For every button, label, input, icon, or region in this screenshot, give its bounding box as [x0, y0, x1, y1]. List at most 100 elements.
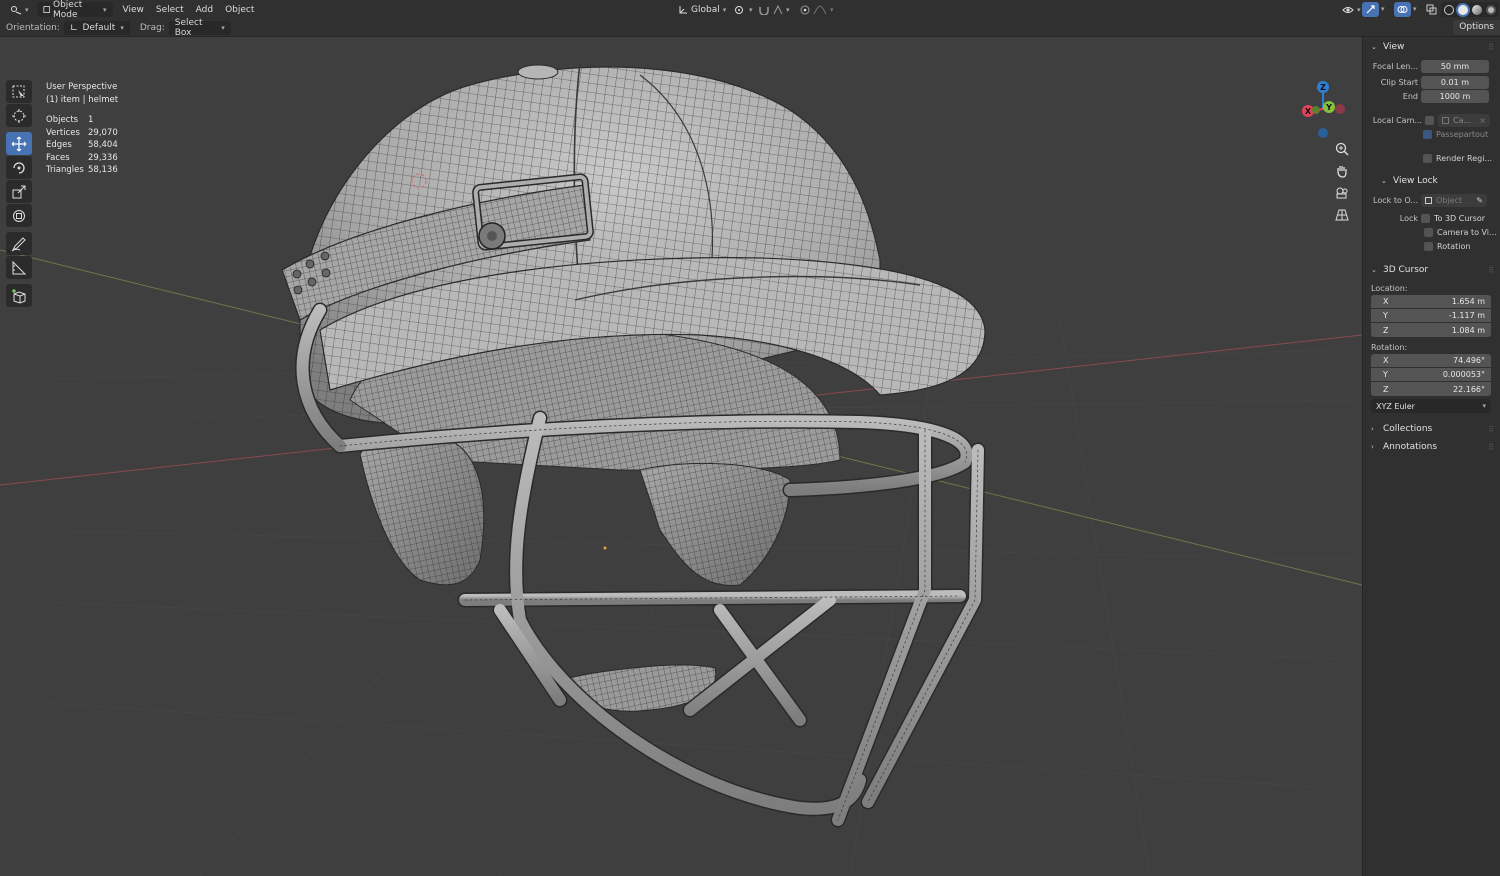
- menu-object[interactable]: Object: [219, 2, 260, 17]
- cursor-location-z[interactable]: Z 1.084 m: [1371, 323, 1491, 337]
- navigation-gizmo[interactable]: Z Y X: [1294, 79, 1352, 143]
- cursor-rotation-x[interactable]: X 74.496°: [1371, 354, 1491, 368]
- annotate-tool[interactable]: [6, 232, 32, 255]
- pan-button[interactable]: [1331, 160, 1353, 181]
- viewport-scene[interactable]: [0, 37, 1362, 876]
- rendered-shading-icon[interactable]: [1486, 4, 1496, 15]
- perspective-toggle-button[interactable]: [1331, 204, 1353, 225]
- snap-toggle[interactable]: ▾: [752, 2, 796, 17]
- stat-value: 29,336: [88, 152, 118, 163]
- passepartout-row: Passepartout: [1363, 127, 1500, 141]
- local-camera-field[interactable]: Ca... ×: [1438, 113, 1490, 127]
- drag-handle-icon[interactable]: ⠿: [1488, 425, 1494, 434]
- clip-start-field[interactable]: 0.01 m: [1421, 75, 1489, 89]
- local-camera-value: Ca...: [1453, 115, 1472, 125]
- drag-handle-icon[interactable]: ⠿: [1488, 443, 1494, 452]
- wireframe-shading-icon[interactable]: [1444, 4, 1454, 15]
- transform-orientation-selector[interactable]: Global ▾: [672, 2, 732, 17]
- select-box-tool[interactable]: [6, 80, 32, 103]
- lock-to-object-label: Lock to O...: [1373, 195, 1418, 205]
- view-panel-header[interactable]: ⌄ View ⠿: [1363, 39, 1500, 55]
- orientation-label: Orientation:: [6, 22, 60, 33]
- chevron-down-icon[interactable]: ▾: [1413, 5, 1417, 13]
- helmet-mesh[interactable]: [281, 61, 986, 828]
- passepartout-checkbox[interactable]: [1423, 129, 1432, 139]
- eyedropper-icon[interactable]: ✎: [1476, 196, 1487, 205]
- rotate-tool[interactable]: [6, 156, 32, 179]
- chevron-down-icon[interactable]: ▾: [1381, 5, 1385, 13]
- stat-label: Triangles: [46, 165, 84, 175]
- move-tool[interactable]: [6, 132, 32, 155]
- rotation-mode-dropdown[interactable]: XYZ Euler ▾: [1371, 399, 1491, 413]
- snap-target-icon: [773, 4, 783, 14]
- menu-select[interactable]: Select: [150, 2, 190, 17]
- orientation-dropdown[interactable]: Default ▾: [63, 20, 130, 35]
- gizmo-neg-z-axis[interactable]: [1318, 128, 1328, 138]
- solid-shading-icon[interactable]: [1458, 4, 1468, 15]
- menu-view[interactable]: View: [117, 2, 150, 17]
- cursor-rotation-z[interactable]: Z 22.166°: [1371, 382, 1491, 396]
- gizmo-toggle[interactable]: [1362, 2, 1379, 17]
- lock-rotation-checkbox[interactable]: [1424, 241, 1433, 251]
- tool-shelf: [6, 80, 34, 308]
- xray-toggle[interactable]: [1424, 2, 1439, 17]
- annotations-panel-header[interactable]: › Annotations ⠿: [1363, 439, 1500, 455]
- add-cube-icon: [12, 288, 26, 304]
- gizmo-neg-y-axis[interactable]: [1312, 106, 1320, 114]
- drag-handle-icon[interactable]: ⠿: [1488, 43, 1494, 52]
- stat-value: 58,136: [88, 165, 118, 175]
- hand-icon: [1337, 165, 1347, 178]
- options-button[interactable]: Options: [1453, 20, 1500, 35]
- drag-handle-icon[interactable]: ⠿: [1488, 266, 1494, 275]
- gizmo-neg-x-axis[interactable]: [1335, 104, 1345, 114]
- clip-end-field[interactable]: 1000 m: [1421, 89, 1489, 103]
- lock-to-object-field[interactable]: Object ✎: [1421, 193, 1487, 207]
- tool-settings-header: Orientation: Default ▾ Drag: Select Box …: [0, 18, 1500, 38]
- local-camera-checkbox[interactable]: [1425, 115, 1434, 125]
- cursor-location-x[interactable]: X 1.654 m: [1371, 295, 1491, 309]
- transform-icon: [13, 209, 25, 222]
- chevron-right-icon: ›: [1371, 443, 1374, 451]
- lock-to-cursor-checkbox[interactable]: [1421, 213, 1430, 223]
- cursor-tool[interactable]: [6, 104, 32, 127]
- transform-tool[interactable]: [6, 204, 32, 227]
- axis-label: Z: [1383, 325, 1389, 335]
- lock-label: Lock: [1399, 213, 1418, 223]
- axis-label: X: [1383, 356, 1389, 365]
- editor-type-button[interactable]: ▾: [4, 2, 35, 17]
- gizmo-y-label: Y: [1325, 103, 1332, 112]
- zoom-icon: [1335, 142, 1349, 156]
- mode-selector[interactable]: Object Mode ▾: [36, 0, 113, 20]
- proportional-edit-toggle[interactable]: ▾: [794, 2, 840, 17]
- zoom-button[interactable]: [1331, 138, 1353, 159]
- camera-to-view-checkbox[interactable]: [1424, 227, 1433, 237]
- chevron-down-icon: ▾: [103, 5, 107, 14]
- axis-value: 0.000053°: [1442, 370, 1485, 379]
- collections-panel-header[interactable]: › Collections ⠿: [1363, 421, 1500, 437]
- viewport-editor-icon: [11, 5, 22, 14]
- shading-modes[interactable]: [1441, 2, 1499, 17]
- cursor-location-label: Location:: [1371, 283, 1408, 293]
- axis-value: 74.496°: [1453, 356, 1485, 365]
- cursor-rotation-y[interactable]: Y 0.000053°: [1371, 368, 1491, 382]
- overlays-toggle[interactable]: [1394, 2, 1411, 17]
- cursor-location-y[interactable]: Y -1.117 m: [1371, 309, 1491, 323]
- view-lock-subpanel-header[interactable]: ⌄ View Lock: [1363, 173, 1500, 189]
- drag-dropdown[interactable]: Select Box ▾: [168, 18, 231, 38]
- menu-add[interactable]: Add: [190, 2, 219, 17]
- scale-tool[interactable]: [6, 180, 32, 203]
- material-shading-icon[interactable]: [1472, 4, 1482, 15]
- add-cube-tool[interactable]: [6, 284, 32, 307]
- clear-icon[interactable]: ×: [1479, 116, 1490, 125]
- measure-tool[interactable]: [6, 256, 32, 279]
- chevron-down-icon: ⌄: [1381, 177, 1387, 185]
- stat-label: Faces: [46, 152, 70, 163]
- focal-length-field[interactable]: 50 mm: [1421, 59, 1489, 73]
- camera-view-button[interactable]: [1331, 182, 1353, 203]
- lock-to-cursor-label: To 3D Cursor: [1434, 213, 1486, 223]
- camera-to-view-row: Camera to Vi...: [1363, 225, 1500, 239]
- 3d-viewport[interactable]: User Perspective (1) item | helmet Objec…: [0, 37, 1362, 876]
- render-region-checkbox[interactable]: [1423, 153, 1432, 163]
- focal-length-label: Focal Len...: [1372, 61, 1418, 71]
- 3d-cursor-panel-header[interactable]: ⌄ 3D Cursor ⠿: [1363, 262, 1500, 278]
